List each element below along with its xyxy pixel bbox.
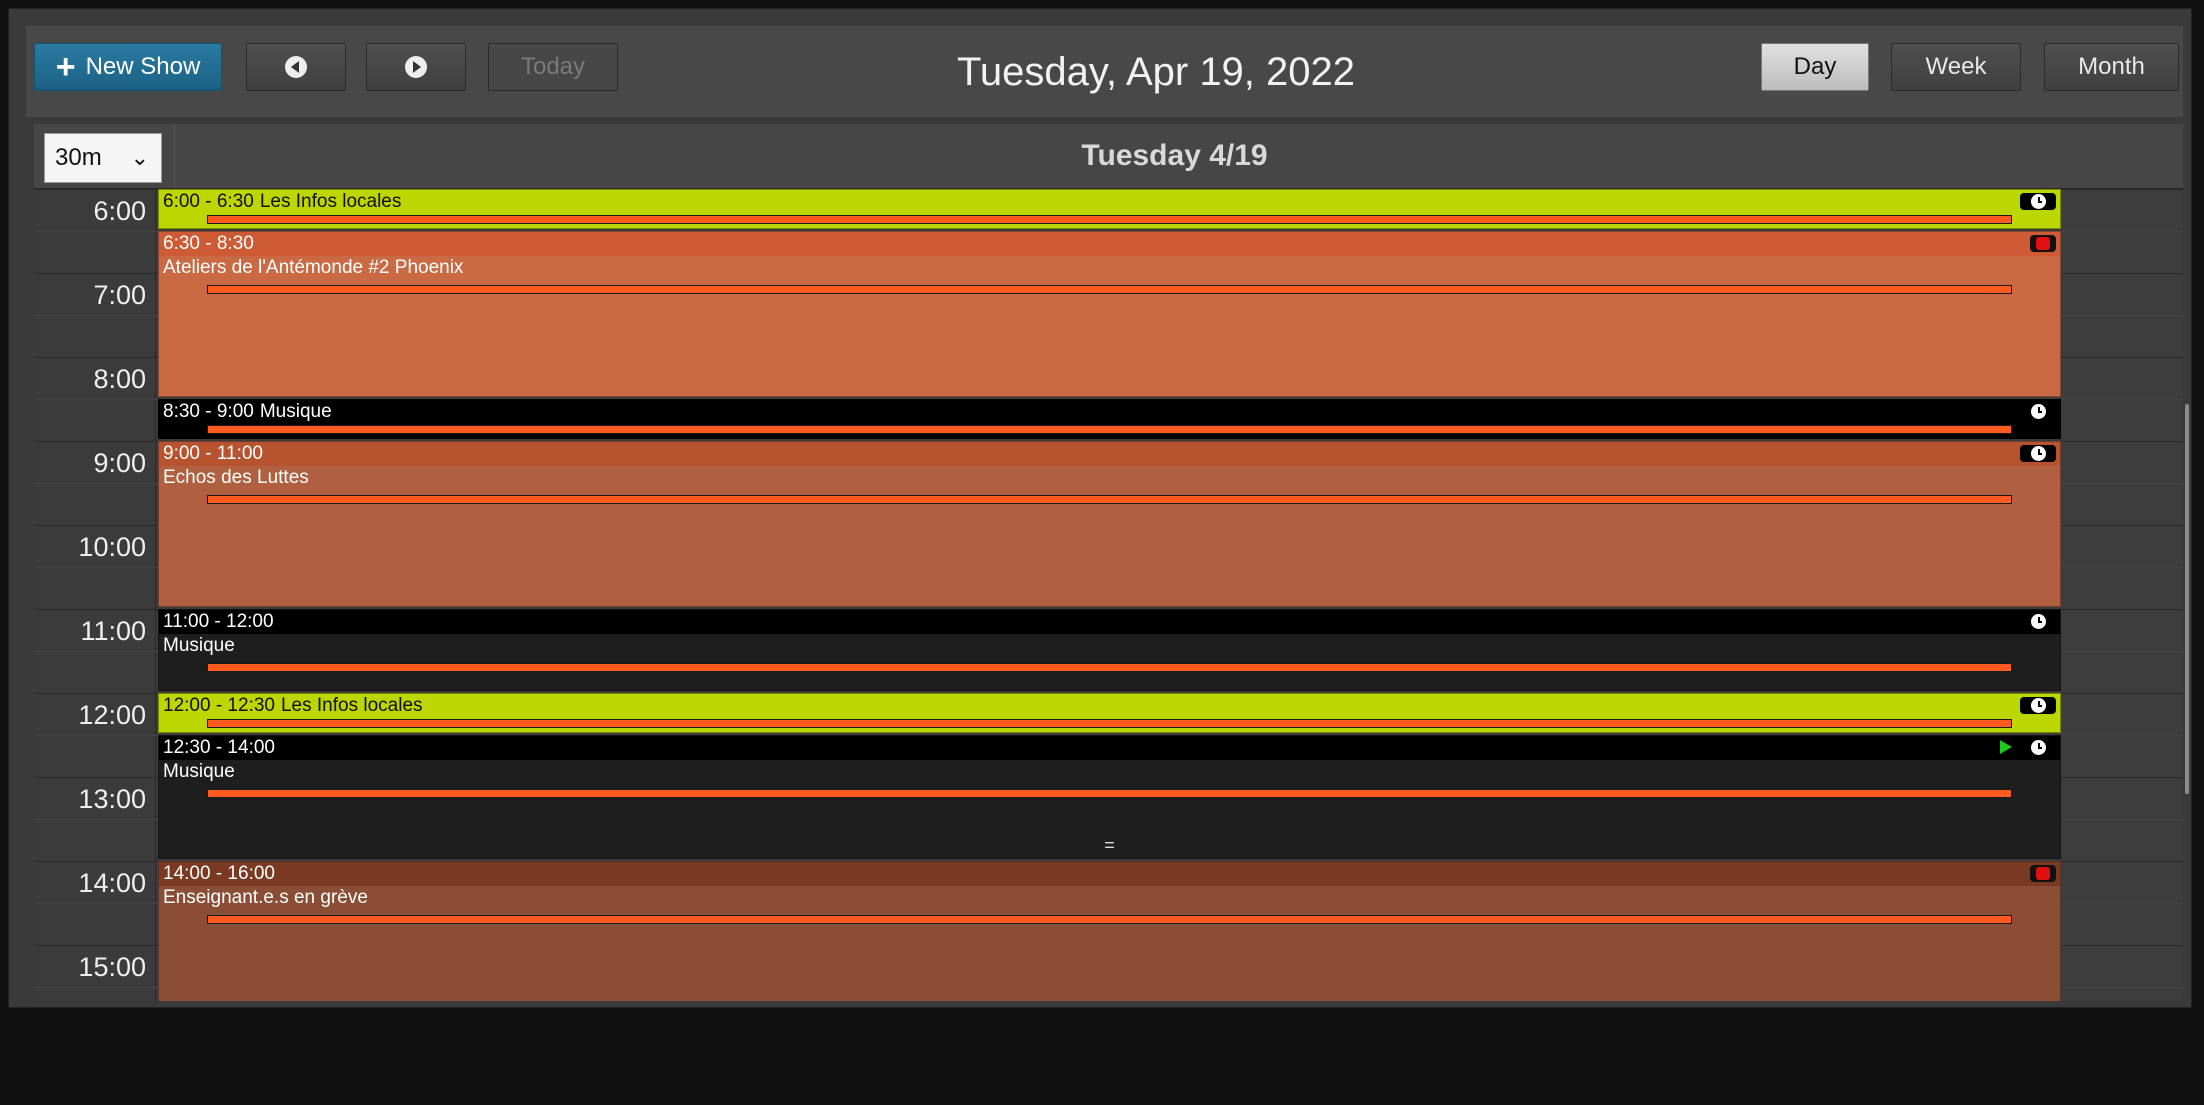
event-header: 12:30 - 14:00: [159, 736, 2060, 760]
hour-label: 7:00: [93, 280, 146, 310]
show-event[interactable]: 11:00 - 12:00 Musique: [158, 609, 2061, 691]
calendar-app: + New Show Today Tuesday, Apr 19, 2022 D…: [8, 8, 2192, 1008]
hour-label: 12:00: [78, 700, 146, 730]
event-time: 12:00 - 12:30: [163, 695, 275, 716]
event-title: Echos des Luttes: [163, 467, 309, 488]
new-show-label: New Show: [85, 53, 201, 80]
hour-label: 13:00: [78, 784, 146, 814]
event-title: Enseignant.e.s en grève: [163, 887, 368, 908]
chevron-down-icon: ⌄: [130, 145, 149, 170]
event-title: Musique: [259, 401, 332, 422]
event-title-row: Musique: [159, 760, 2060, 784]
event-header: 8:30 - 9:00 Musique: [159, 400, 2060, 424]
previous-button[interactable]: [246, 43, 346, 91]
show-event[interactable]: 6:00 - 6:30 Les Infos locales: [158, 189, 2061, 229]
event-title-row: Ateliers de l'Antémonde #2 Phoenix: [159, 256, 2060, 280]
show-event[interactable]: 14:00 - 16:00 Enseignant.e.s en grève: [158, 861, 2061, 1001]
next-button[interactable]: [366, 43, 466, 91]
resize-handle[interactable]: =: [159, 836, 2060, 854]
event-title: Les Infos locales: [259, 191, 402, 212]
event-icons: [2020, 612, 2056, 630]
progress-bar: [207, 663, 2012, 672]
event-icons: [2020, 192, 2056, 210]
clock-icon[interactable]: [2020, 696, 2056, 714]
event-title-row: Enseignant.e.s en grève: [159, 886, 2060, 910]
time-grid[interactable]: 6:00 7:00 8:00 9:00 10:00 11:00 12:00 13:00 14:0…: [34, 189, 2183, 1001]
event-icons: [2030, 234, 2056, 252]
clock-icon[interactable]: [2020, 738, 2056, 756]
warning-icon[interactable]: [2030, 234, 2056, 252]
event-icons: [2000, 738, 2056, 756]
scrollbar-thumb[interactable]: [2185, 404, 2189, 794]
now-playing-icon: [2000, 740, 2012, 754]
event-title: Ateliers de l'Antémonde #2 Phoenix: [163, 257, 464, 278]
hour-label: 10:00: [78, 532, 146, 562]
event-title-row: Echos des Luttes: [159, 466, 2060, 490]
event-header: 14:00 - 16:00: [159, 862, 2060, 886]
event-header: 9:00 - 11:00: [159, 442, 2060, 466]
grid-scrollbar[interactable]: [2184, 189, 2190, 1001]
event-icons: [2020, 696, 2056, 714]
calendar-toolbar: + New Show Today Tuesday, Apr 19, 2022 D…: [26, 26, 2183, 117]
event-icons: [2020, 402, 2056, 420]
warning-icon[interactable]: [2030, 864, 2056, 882]
show-event[interactable]: 8:30 - 9:00 Musique: [158, 399, 2061, 439]
event-title: Les Infos locales: [280, 695, 423, 716]
event-time: 8:30 - 9:00: [163, 401, 254, 422]
progress-bar: [207, 789, 2012, 798]
next-icon: [405, 56, 427, 78]
event-time: 6:00 - 6:30: [163, 191, 254, 212]
event-time: 11:00 - 12:00: [163, 611, 274, 632]
event-icons: [2030, 864, 2056, 882]
grid-right-margin: [2061, 189, 2183, 1001]
month-view-button[interactable]: Month: [2044, 43, 2179, 91]
today-button[interactable]: Today: [488, 43, 618, 91]
event-time: 6:30 - 8:30: [163, 233, 254, 254]
event-header: 6:30 - 8:30: [159, 232, 2060, 256]
clock-icon[interactable]: [2020, 192, 2056, 210]
progress-bar: [207, 215, 2012, 224]
column-header: 30m ⌄ Tuesday 4/19: [34, 124, 2183, 189]
hour-label: 14:00: [78, 868, 146, 898]
show-event[interactable]: 6:30 - 8:30 Ateliers de l'Antémonde #2 Ph…: [158, 231, 2061, 397]
event-title: Musique: [163, 761, 235, 782]
progress-bar: [207, 719, 2012, 728]
hour-label: 6:00: [93, 196, 146, 226]
event-time: 14:00 - 16:00: [163, 863, 275, 884]
event-header: 12:00 - 12:30 Les Infos locales: [159, 694, 2060, 718]
progress-bar: [207, 495, 2012, 504]
day-heading: Tuesday 4/19: [174, 124, 2174, 188]
week-view-button[interactable]: Week: [1891, 43, 2021, 91]
event-time: 9:00 - 11:00: [163, 443, 264, 464]
interval-select[interactable]: 30m ⌄: [44, 133, 162, 183]
event-time: 12:30 - 14:00: [163, 737, 275, 758]
show-event[interactable]: 12:00 - 12:30 Les Infos locales: [158, 693, 2061, 733]
hour-label: 11:00: [80, 616, 146, 646]
progress-bar: [207, 425, 2012, 434]
date-title: Tuesday, Apr 19, 2022: [956, 50, 1356, 94]
hour-label: 8:00: [93, 364, 146, 394]
event-title: Musique: [163, 635, 235, 656]
event-header: 11:00 - 12:00: [159, 610, 2060, 634]
event-header: 6:00 - 6:30 Les Infos locales: [159, 190, 2060, 214]
hour-label: 15:00: [78, 952, 146, 982]
progress-bar: [207, 915, 2012, 924]
plus-icon: +: [55, 48, 76, 86]
hour-label: 9:00: [93, 448, 146, 478]
previous-icon: [285, 56, 307, 78]
clock-icon[interactable]: [2020, 402, 2056, 420]
interval-value: 30m: [55, 144, 102, 171]
clock-icon[interactable]: [2020, 612, 2056, 630]
event-icons: [2020, 444, 2056, 462]
clock-icon[interactable]: [2020, 444, 2056, 462]
new-show-button[interactable]: + New Show: [34, 43, 222, 91]
day-view-button[interactable]: Day: [1761, 43, 1869, 91]
progress-bar: [207, 285, 2012, 294]
show-event[interactable]: 12:30 - 14:00 Musique =: [158, 735, 2061, 859]
show-event[interactable]: 9:00 - 11:00 Echos des Luttes: [158, 441, 2061, 607]
event-title-row: Musique: [159, 634, 2060, 658]
